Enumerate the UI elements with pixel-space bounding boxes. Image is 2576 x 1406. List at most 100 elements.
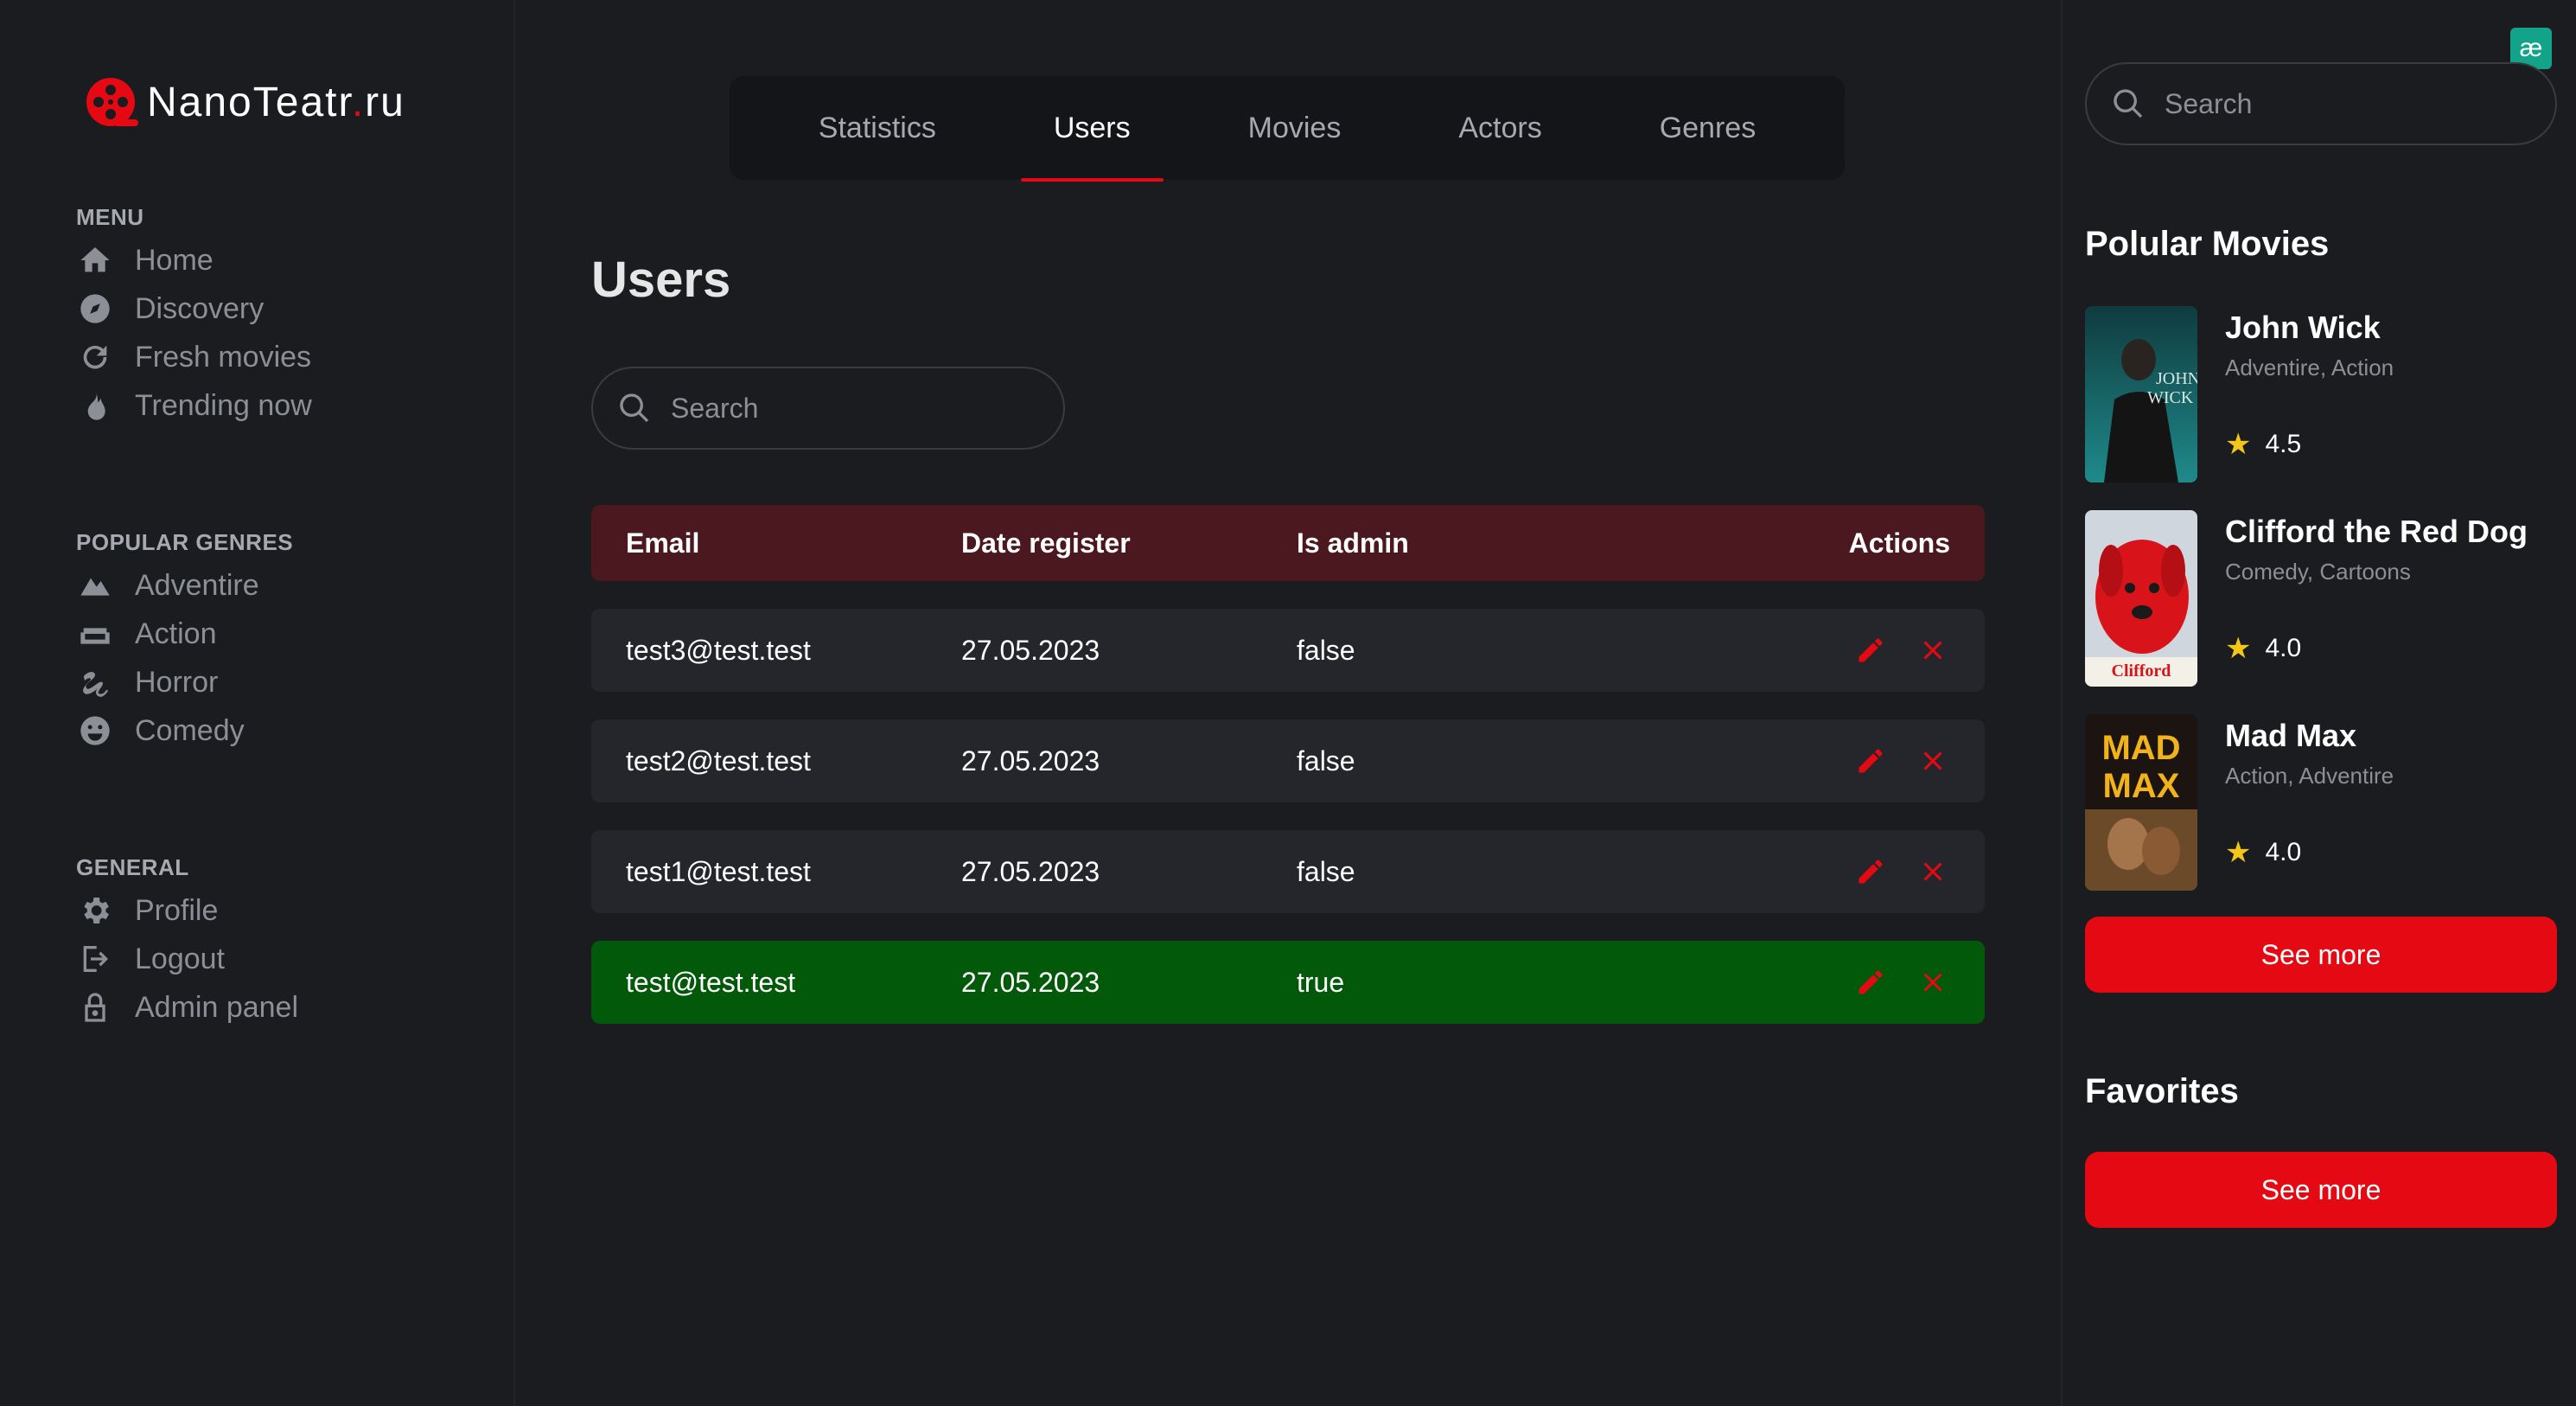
gear-icon — [76, 892, 114, 930]
sidebar-item-label: Adventire — [135, 568, 259, 602]
column-header-admin[interactable]: Is admin — [1297, 527, 1729, 559]
table-row[interactable]: test1@test.test 27.05.2023 false — [591, 830, 1985, 913]
global-search-input[interactable] — [2165, 87, 2555, 120]
favorites-see-more-button[interactable]: See more — [2085, 1152, 2557, 1228]
movie-poster: MAD MAX — [2085, 714, 2197, 891]
users-table: Email Date register Is admin Actions tes… — [591, 505, 1985, 1024]
edit-pencil-icon[interactable] — [1853, 633, 1888, 668]
movie-genres: Comedy, Cartoons — [2225, 559, 2411, 585]
app-root: NanoTeatr.ru MENU Home Discovery Fresh m… — [0, 0, 2576, 1406]
table-row-admin[interactable]: test@test.test 27.05.2023 true — [591, 941, 1985, 1024]
page-title: Users — [591, 252, 731, 308]
column-header-date[interactable]: Date register — [961, 527, 1297, 559]
sidebar-item-label: Trending now — [135, 388, 312, 422]
lock-icon — [76, 988, 114, 1026]
tab-genres[interactable]: Genres — [1627, 76, 1789, 180]
movie-genres: Action, Adventire — [2225, 763, 2394, 789]
cell-is-admin: false — [1297, 634, 1355, 666]
admin-tabbar: Statistics Users Movies Actors Genres — [730, 76, 1845, 182]
star-icon: ★ — [2225, 836, 2252, 869]
movie-rating: ★ 4.0 — [2225, 835, 2301, 870]
sidebar-item-admin-panel[interactable]: Admin panel — [76, 983, 298, 1032]
cell-email: test2@test.test — [626, 745, 811, 776]
tab-users[interactable]: Users — [1020, 76, 1164, 182]
tab-statistics[interactable]: Statistics — [786, 76, 969, 180]
home-icon — [76, 241, 114, 279]
popular-movie-card[interactable]: JOHN WICK John Wick Adventire, Action ★ … — [2085, 306, 2557, 483]
delete-x-icon[interactable] — [1916, 744, 1950, 778]
sidebar-item-profile[interactable]: Profile — [76, 886, 298, 935]
tab-movies[interactable]: Movies — [1215, 76, 1374, 180]
cell-actions — [1729, 854, 1950, 889]
cell-date: 27.05.2023 — [961, 966, 1100, 998]
movie-rating: ★ 4.5 — [2225, 427, 2301, 462]
cell-is-admin: false — [1297, 855, 1355, 887]
sidebar-item-label: Fresh movies — [135, 340, 312, 374]
sidebar-item-label: Logout — [135, 942, 225, 975]
menu-section: MENU Home Discovery Fresh movies Trendin… — [76, 204, 312, 430]
sidebar-item-home[interactable]: Home — [76, 236, 312, 284]
sidebar-item-horror[interactable]: Horror — [76, 658, 293, 706]
star-icon: ★ — [2225, 428, 2252, 461]
sidebar-item-label: Horror — [135, 665, 219, 699]
users-search-box — [591, 367, 1065, 450]
movie-title: Clifford the Red Dog — [2225, 514, 2528, 549]
delete-x-icon[interactable] — [1916, 633, 1950, 668]
users-search-input[interactable] — [671, 392, 1063, 425]
popular-movie-card[interactable]: MAD MAX Mad Max Action, Adventire ★ 4.0 — [2085, 714, 2557, 891]
edit-pencil-icon[interactable] — [1853, 965, 1888, 1000]
popular-see-more-button[interactable]: See more — [2085, 917, 2557, 993]
column-header-email[interactable]: Email — [626, 527, 961, 559]
couch-icon — [76, 615, 114, 653]
svg-text:MAD: MAD — [2101, 729, 2180, 767]
movie-title: John Wick — [2225, 310, 2381, 345]
cell-is-admin: true — [1297, 966, 1345, 998]
sidebar-item-label: Discovery — [135, 291, 265, 325]
main-content: Statistics Users Movies Actors Genres Us… — [517, 0, 2061, 1406]
rating-value: 4.0 — [2265, 838, 2302, 866]
smile-icon — [76, 712, 114, 750]
svg-text:JOHN: JOHN — [2156, 369, 2197, 388]
favorites-title: Favorites — [2085, 1072, 2239, 1110]
sidebar-item-comedy[interactable]: Comedy — [76, 706, 293, 755]
flame-icon — [76, 387, 114, 425]
movie-poster: Clifford — [2085, 510, 2197, 687]
table-header: Email Date register Is admin Actions — [591, 505, 1985, 581]
cell-email: test1@test.test — [626, 855, 811, 887]
svg-text:MAX: MAX — [2103, 767, 2180, 805]
sidebar-item-fresh-movies[interactable]: Fresh movies — [76, 333, 312, 381]
sidebar-item-logout[interactable]: Logout — [76, 935, 298, 983]
sidebar-item-label: Profile — [135, 893, 219, 927]
movie-rating: ★ 4.0 — [2225, 631, 2301, 666]
popular-movie-card[interactable]: Clifford Clifford the Red Dog Comedy, Ca… — [2085, 510, 2557, 687]
svg-text:Clifford: Clifford — [2112, 661, 2171, 681]
menu-heading: MENU — [76, 204, 144, 230]
edit-pencil-icon[interactable] — [1853, 854, 1888, 889]
sidebar-item-label: Admin panel — [135, 990, 299, 1024]
sidebar-item-adventire[interactable]: Adventire — [76, 561, 293, 610]
delete-x-icon[interactable] — [1916, 854, 1950, 889]
table-row[interactable]: test2@test.test 27.05.2023 false — [591, 719, 1985, 802]
table-row[interactable]: test3@test.test 27.05.2023 false — [591, 609, 1985, 692]
rating-value: 4.0 — [2265, 634, 2302, 662]
tab-actors[interactable]: Actors — [1425, 76, 1574, 180]
global-search-box — [2085, 62, 2557, 145]
delete-x-icon[interactable] — [1916, 965, 1950, 1000]
cell-actions — [1729, 633, 1950, 668]
compass-icon — [76, 290, 114, 328]
general-heading: GENERAL — [76, 854, 189, 880]
sidebar-item-trending-now[interactable]: Trending now — [76, 381, 312, 430]
logout-icon — [76, 940, 114, 978]
sidebar-item-discovery[interactable]: Discovery — [76, 284, 312, 333]
cell-email: test3@test.test — [626, 634, 811, 666]
movie-poster: JOHN WICK — [2085, 306, 2197, 483]
star-icon: ★ — [2225, 632, 2252, 665]
right-panel: æ Polular Movies JOHN WICK John Wick Adv… — [2061, 0, 2576, 1406]
genres-section: POPULAR GENRES Adventire Action Horror C… — [76, 529, 293, 755]
edit-pencil-icon[interactable] — [1853, 744, 1888, 778]
cell-date: 27.05.2023 — [961, 745, 1100, 776]
logo[interactable]: NanoTeatr.ru — [85, 74, 405, 130]
sidebar-item-action[interactable]: Action — [76, 610, 293, 658]
sidebar-item-label: Home — [135, 243, 214, 277]
scribble-icon — [76, 663, 114, 701]
